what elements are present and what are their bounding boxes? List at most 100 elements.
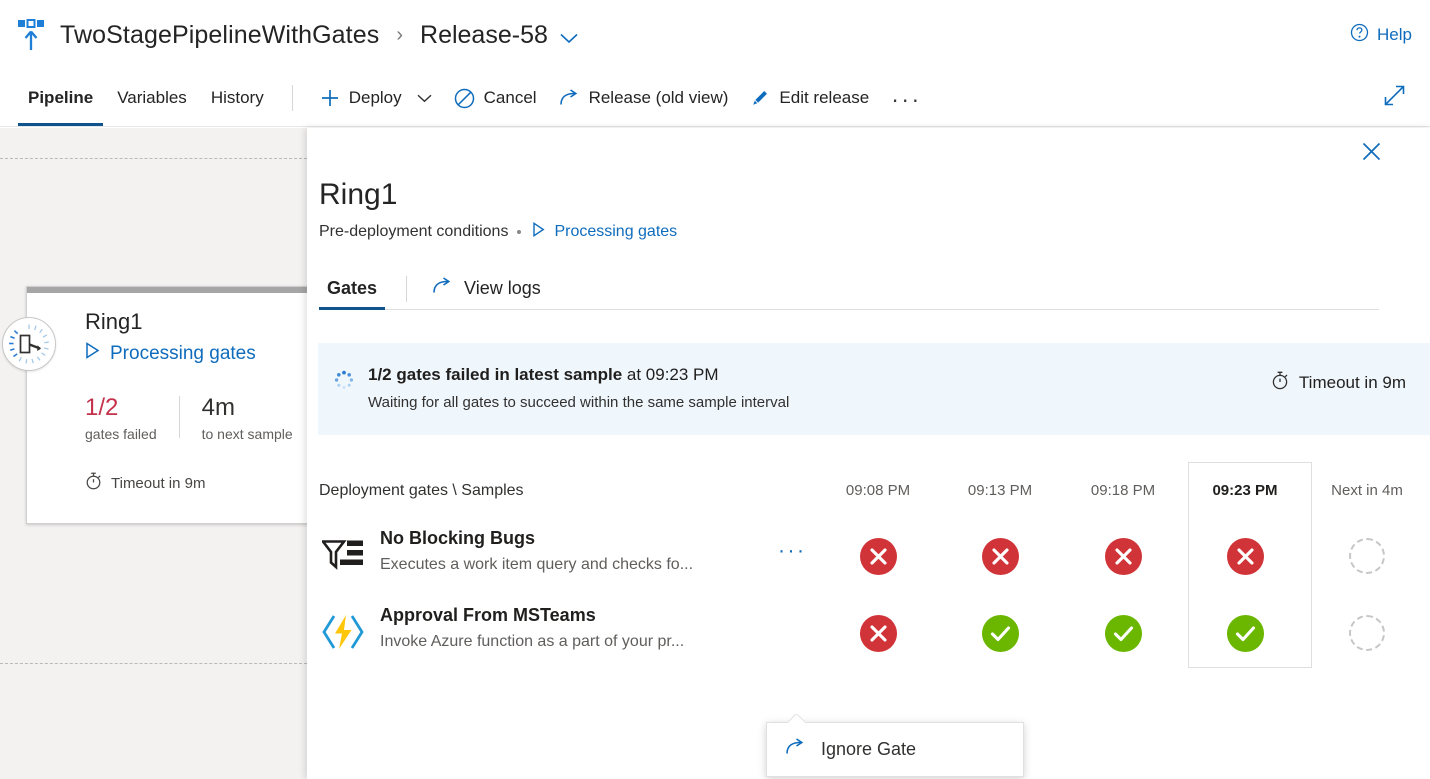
tab-history-label: History (210, 88, 264, 107)
status-failed-icon (1226, 537, 1264, 575)
fullscreen-expand-button[interactable] (1377, 78, 1412, 118)
status-passed-icon (1104, 614, 1142, 652)
chevron-down-icon (417, 94, 432, 103)
status-pending-icon (1349, 538, 1385, 574)
status-failed-icon (859, 537, 897, 575)
gates-table: Deployment gates \ Samples 09:08 PM 09:1… (318, 462, 1430, 777)
view-logs-button[interactable]: View logs (428, 277, 545, 300)
banner-headline-bold: 1/2 gates failed in latest sample (368, 365, 623, 384)
stat-next-sample-label: to next sample (201, 426, 293, 442)
column-header-3: 09:23 PM (1212, 482, 1278, 499)
gate-description: Executes a work item query and checks fo… (380, 556, 694, 573)
cancel-button[interactable]: Cancel (443, 76, 548, 120)
stat-gates-failed: 1/2 gates failed (85, 394, 157, 442)
view-logs-label: View logs (464, 278, 541, 298)
release-pipeline-icon (16, 18, 46, 52)
gate-sample-cell[interactable] (1067, 602, 1179, 664)
gate-more-actions-button[interactable]: ··· (773, 536, 811, 566)
azure-function-icon (320, 609, 366, 655)
gates-detail-panel: Ring1 Pre-deployment conditions Processi… (307, 128, 1430, 779)
stage-card-status-label: Processing gates (110, 342, 256, 364)
help-button[interactable]: Help (1350, 23, 1412, 47)
gate-sample-cell[interactable] (1189, 525, 1301, 587)
gate-name: Approval From MSTeams (380, 605, 596, 625)
open-link-icon (785, 738, 807, 761)
release-old-view-button[interactable]: Release (old view) (548, 76, 740, 120)
panel-close-button[interactable] (1354, 137, 1388, 171)
command-bar: Pipeline Variables History Deploy Cancel (0, 70, 1430, 127)
gates-table-row-header-label: Deployment gates \ Samples (319, 482, 524, 499)
stage-card-title: Ring1 (85, 309, 143, 334)
stat-divider (178, 396, 180, 438)
stage-card-timeout-label: Timeout in 9m (111, 474, 206, 492)
more-commands-button[interactable]: ··· (880, 76, 932, 120)
banner-headline: 1/2 gates failed in latest sample at 09:… (368, 365, 1271, 385)
status-failed-icon (859, 614, 897, 652)
table-row[interactable]: No Blocking Bugs Executes a work item qu… (318, 518, 1430, 595)
pipeline-canvas: Ring1 Processing gates 1/2 gates failed … (0, 128, 327, 779)
breadcrumb-bar: TwoStagePipelineWithGates › Release-58 H… (0, 0, 1430, 70)
release-old-view-label: Release (old view) (588, 88, 729, 107)
chevron-down-icon[interactable] (560, 33, 578, 44)
stopwatch-icon (1271, 371, 1289, 395)
tab-history[interactable]: History (199, 70, 276, 126)
gate-description: Invoke Azure function as a part of your … (380, 633, 685, 650)
help-circle-icon (1350, 23, 1369, 47)
breadcrumb-root[interactable]: TwoStagePipelineWithGates (60, 21, 379, 50)
panel-subtitle-status-label: Processing gates (554, 223, 678, 240)
status-failed-icon (1104, 537, 1142, 575)
table-row[interactable]: Approval From MSTeams Invoke Azure funct… (318, 595, 1430, 672)
tab-variables[interactable]: Variables (105, 70, 199, 126)
panel-subtitle-prefix: Pre-deployment conditions (319, 223, 509, 240)
tab-pipeline-label: Pipeline (28, 88, 94, 107)
deploy-label: Deploy (348, 88, 402, 107)
gate-sample-cell[interactable] (944, 525, 1056, 587)
ignore-gate-label: Ignore Gate (821, 739, 917, 759)
gate-sample-cell[interactable] (944, 602, 1056, 664)
edit-release-label: Edit release (779, 88, 870, 107)
status-failed-icon (981, 537, 1019, 575)
banner-detail: Waiting for all gates to succeed within … (368, 394, 790, 411)
stage-card-status[interactable]: Processing gates (85, 342, 256, 365)
panel-subtitle-status[interactable]: Processing gates (532, 221, 678, 242)
column-header-4: Next in 4m (1331, 482, 1403, 499)
gate-sample-cell[interactable] (1067, 525, 1179, 587)
column-header-1: 09:13 PM (967, 482, 1033, 499)
status-passed-icon (1226, 614, 1264, 652)
close-icon (1362, 142, 1381, 166)
open-link-icon (559, 89, 580, 107)
stage-card-timeout: Timeout in 9m (85, 472, 205, 494)
cancel-circle-icon (454, 88, 475, 109)
gate-sample-cell[interactable] (1189, 602, 1301, 664)
pencil-icon (750, 88, 770, 108)
ignore-gate-menu-item[interactable]: Ignore Gate (767, 723, 1023, 776)
breadcrumb-leaf[interactable]: Release-58 (420, 21, 548, 50)
panel-tabs-divider (406, 275, 408, 302)
tab-gates[interactable]: Gates (319, 268, 386, 310)
stopwatch-icon (85, 472, 102, 494)
gate-sample-cell[interactable] (1311, 525, 1423, 587)
gate-context-menu[interactable]: Ignore Gate (766, 722, 1024, 777)
cancel-label: Cancel (483, 88, 537, 107)
banner-timeout-label: Timeout in 9m (1298, 373, 1406, 392)
gate-sample-cell[interactable] (822, 525, 934, 587)
stage-card-accent-bar (27, 287, 327, 293)
fullscreen-expand-icon (1383, 84, 1406, 112)
gate-sample-cell[interactable] (1311, 602, 1423, 664)
gate-info: Approval From MSTeams Invoke Azure funct… (380, 605, 684, 651)
canvas-divider-top (0, 158, 307, 159)
banner-timeout: Timeout in 9m (1271, 371, 1406, 395)
plus-icon (320, 88, 340, 108)
deploy-button[interactable]: Deploy (309, 76, 443, 120)
canvas-divider-bottom (0, 663, 307, 664)
stage-card-ring1[interactable]: Ring1 Processing gates 1/2 gates failed … (2, 286, 327, 524)
gate-processing-icon (2, 317, 56, 371)
breadcrumb-separator: › (396, 23, 404, 46)
more-commands-label: ··· (891, 85, 922, 112)
tab-pipeline[interactable]: Pipeline (16, 70, 105, 126)
stage-card-stats: 1/2 gates failed 4m to next sample (85, 394, 293, 442)
stat-gates-failed-value: 1/2 (85, 394, 119, 421)
edit-release-button[interactable]: Edit release (739, 76, 880, 120)
column-header-0: 09:08 PM (845, 482, 911, 499)
gate-sample-cell[interactable] (822, 602, 934, 664)
